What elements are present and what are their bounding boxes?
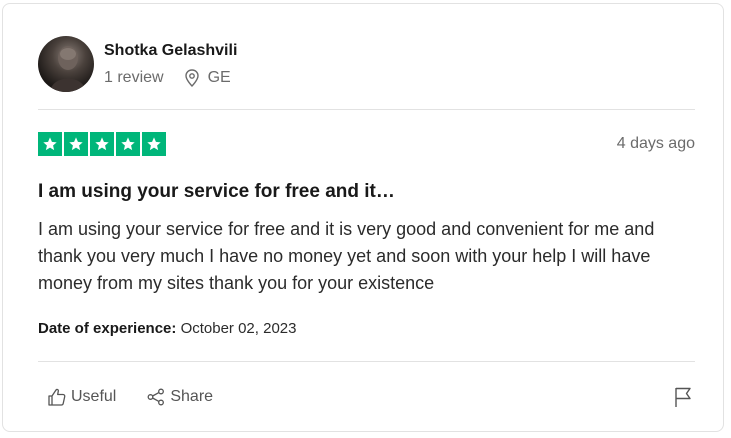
thumbs-up-icon: [48, 388, 66, 406]
avatar[interactable]: [38, 36, 94, 92]
flag-icon: [675, 387, 691, 407]
date-of-experience: Date of experience: October 02, 2023: [38, 320, 296, 337]
divider: [38, 109, 695, 110]
review-date: 4 days ago: [616, 135, 695, 152]
experience-date: October 02, 2023: [180, 320, 297, 337]
divider: [38, 361, 695, 362]
star-icon: [64, 132, 88, 156]
useful-label: Useful: [71, 388, 117, 405]
country-code: GE: [207, 69, 231, 86]
review-title[interactable]: I am using your service for free and it…: [38, 181, 395, 203]
share-icon: [147, 388, 165, 406]
reviewer-location: GE: [184, 69, 231, 87]
star-icon: [38, 132, 62, 156]
review-count: 1 review: [104, 69, 164, 86]
location-pin-icon: [184, 69, 199, 87]
flag-button[interactable]: [673, 386, 693, 413]
experience-label: Date of experience:: [38, 320, 177, 337]
review-actions: Useful Share: [47, 387, 213, 407]
star-icon: [90, 132, 114, 156]
reviewer-meta: 1 review GE: [104, 69, 231, 87]
star-rating: [38, 132, 166, 156]
review-card: Shotka Gelashvili 1 review GE 4 days ago…: [2, 3, 724, 432]
review-body: I am using your service for free and it …: [38, 219, 655, 293]
share-button[interactable]: Share: [146, 387, 213, 407]
star-icon: [142, 132, 166, 156]
useful-button[interactable]: Useful: [47, 387, 116, 407]
star-icon: [116, 132, 140, 156]
share-label: Share: [170, 388, 214, 405]
reviewer-name[interactable]: Shotka Gelashvili: [104, 42, 237, 60]
